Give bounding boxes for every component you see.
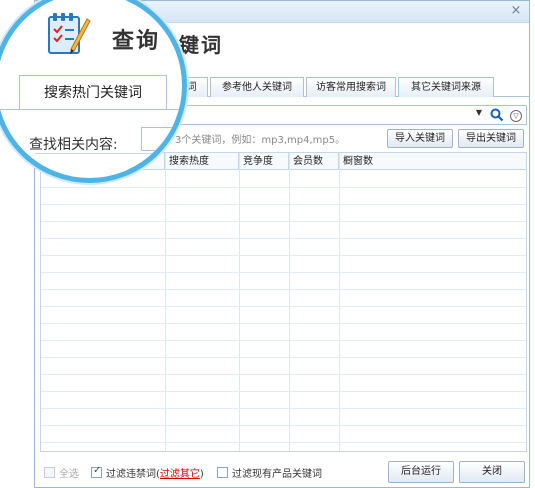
search-icon[interactable] — [490, 108, 504, 122]
tab-visitor-search-terms[interactable]: 访客常用搜索词 — [306, 77, 396, 97]
table-row — [41, 272, 526, 273]
column-header-showcase[interactable]: 橱窗数 — [339, 153, 526, 170]
table-row — [41, 408, 526, 409]
table-row — [41, 221, 526, 222]
export-keywords-button[interactable]: 导出关键词 — [458, 129, 524, 148]
table-row — [41, 289, 526, 290]
table-row — [41, 238, 526, 239]
filter-banned-checkbox[interactable] — [91, 465, 102, 478]
search-hint: 3个关键词，例如：mp3,mp4,mp5。 — [175, 135, 346, 146]
close-button[interactable]: 关闭 — [459, 461, 525, 483]
history-icon[interactable]: ▽ — [510, 110, 522, 122]
magnified-tab-line — [0, 109, 182, 110]
search-input[interactable]: ▼ ▽ — [175, 105, 527, 125]
tab-search-hot-keywords[interactable]: 搜索热门关键词 — [19, 75, 167, 109]
table-row — [41, 357, 526, 358]
table-row — [41, 425, 526, 426]
keyword-table: 搜索热度 竞争度 会员数 橱窗数 — [40, 152, 527, 452]
table-row — [41, 374, 526, 375]
filter-banned-label: 过滤违禁词(过滤其它) — [106, 465, 204, 480]
table-row — [41, 255, 526, 256]
column-divider — [289, 153, 290, 451]
close-icon[interactable]: × — [507, 2, 525, 20]
column-divider — [339, 153, 340, 451]
select-all-checkbox[interactable] — [44, 467, 55, 478]
table-row — [41, 204, 526, 205]
filter-banned-prefix: 过滤违禁词( — [106, 469, 160, 480]
filter-existing-label: 过滤现有产品关键词 — [232, 469, 322, 480]
table-row — [41, 306, 526, 307]
filter-banned-suffix: ) — [199, 469, 204, 480]
column-header-competition[interactable]: 竞争度 — [239, 153, 289, 170]
tab-other-sources[interactable]: 其它关键词来源 — [398, 77, 494, 97]
table-row — [41, 340, 526, 341]
table-row — [41, 187, 526, 188]
dropdown-arrow-icon[interactable]: ▼ — [476, 108, 482, 117]
magnified-search-input[interactable] — [141, 127, 182, 151]
column-divider — [165, 153, 166, 451]
footer-bar: 全选 过滤违禁词(过滤其它) 过滤现有产品关键词 后台运行 关闭 — [35, 457, 529, 487]
filter-existing-checkbox[interactable] — [217, 467, 228, 478]
notepad-icon — [48, 13, 91, 54]
filter-other-link[interactable]: 过滤其它 — [160, 469, 200, 480]
column-header-members[interactable]: 会员数 — [289, 153, 339, 170]
tab-reference-others[interactable]: 参考他人关键词 — [210, 77, 304, 97]
magnified-title: 查询 — [112, 29, 161, 54]
table-row — [41, 442, 526, 443]
search-related-label: 查找相关内容: — [29, 137, 118, 153]
magnifier-bubble: 查询 搜索热门关键词 查找相关内容: — [0, 0, 187, 183]
table-row — [41, 323, 526, 324]
table-row — [41, 391, 526, 392]
import-keywords-button[interactable]: 导入关键词 — [387, 129, 453, 148]
run-background-button[interactable]: 后台运行 — [388, 461, 454, 483]
select-all-label: 全选 — [59, 469, 79, 480]
column-divider — [239, 153, 240, 451]
